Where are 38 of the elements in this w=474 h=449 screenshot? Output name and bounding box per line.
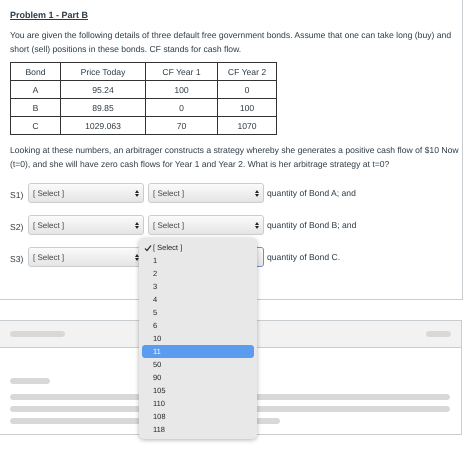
statement-label: S3) [10, 254, 24, 264]
updown-arrows-icon [135, 222, 139, 228]
checkmark-icon [144, 244, 152, 252]
table-cell: 89.85 [60, 98, 146, 116]
table-cell: A [10, 80, 60, 98]
table-cell: 1070 [218, 116, 276, 134]
updown-arrows-icon [255, 190, 259, 196]
table-cell: C [10, 116, 60, 134]
column-header: CF Year 2 [218, 62, 276, 80]
select-dropdown[interactable]: [ Select ] [148, 183, 264, 203]
table-cell: 70 [146, 116, 218, 134]
updown-arrows-icon [135, 190, 139, 196]
table-cell: B [10, 98, 60, 116]
column-header: Price Today [60, 62, 146, 80]
statement-suffix: quantity of Bond B; and [267, 220, 356, 230]
statement-suffix: quantity of Bond A; and [267, 188, 356, 198]
updown-arrows-icon [255, 222, 259, 228]
blurred-text [10, 331, 65, 337]
select-dropdown[interactable]: [ Select ] [28, 183, 144, 203]
table-cell: 100 [218, 98, 276, 116]
select-dropdown[interactable]: [ Select ] [148, 215, 264, 235]
select-dropdown[interactable]: [ Select ] [28, 215, 144, 235]
table-cell: 100 [146, 80, 218, 98]
updown-arrows-icon [135, 254, 139, 260]
table-cell: 1029.063 [60, 116, 146, 134]
statement-label: S2) [10, 222, 24, 232]
problem-title: Problem 1 - Part B [10, 10, 90, 20]
statement-label: S1) [10, 190, 24, 200]
question-paragraph: Looking at these numbers, an arbitrager constructs a strategy whereby she generates a positive cash flow of $10 Now (t=0), and she will have zero cash flows for Year 1 and Year 2. What is her arbitrage strategy at t=0? [10, 144, 460, 171]
blurred-text [426, 331, 451, 337]
table-cell: 0 [146, 98, 218, 116]
intro-paragraph: You are given the following details of three default free government bonds. Assume that one can take long (buy) and short (sell) positions in these bonds. CF stands for cash flow. [10, 29, 452, 56]
statement-suffix: quantity of Bond C. [267, 252, 340, 262]
table-cell: 95.24 [60, 80, 146, 98]
column-header: Bond [10, 62, 60, 80]
blurred-text [10, 378, 50, 384]
column-header: CF Year 1 [146, 62, 218, 80]
table-cell: 0 [218, 80, 276, 98]
